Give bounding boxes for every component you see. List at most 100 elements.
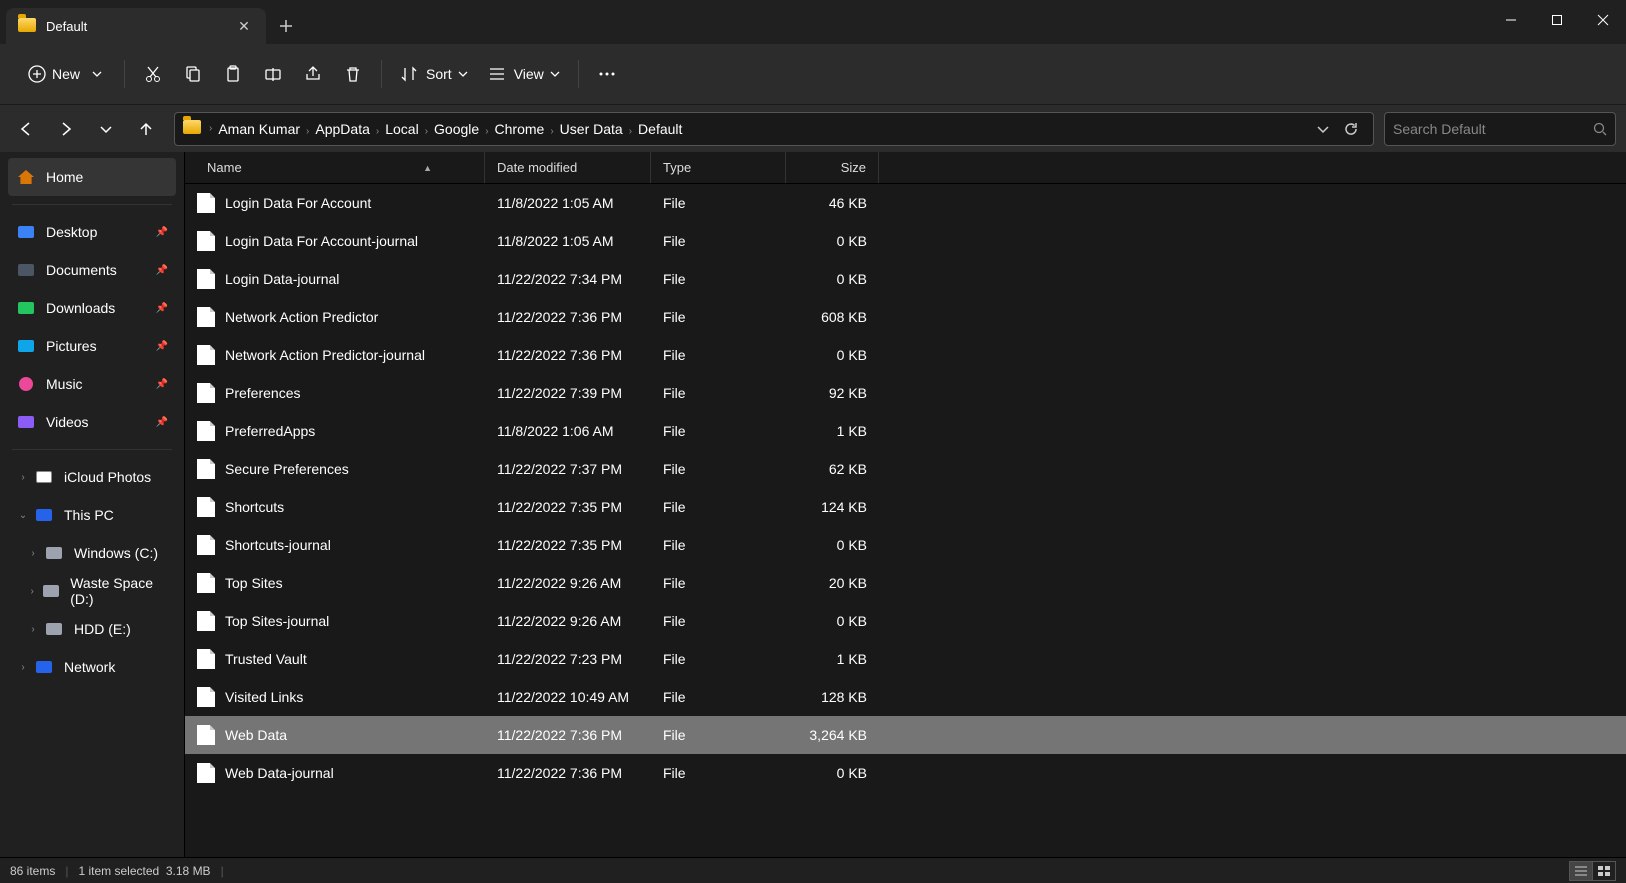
file-row[interactable]: Web Data-journal 11/22/2022 7:36 PM File… <box>185 754 1626 792</box>
sidebar-item[interactable]: Pictures📌 <box>8 327 176 365</box>
breadcrumb-segment[interactable]: Aman Kumar <box>214 121 304 137</box>
minimize-button[interactable] <box>1488 4 1534 36</box>
file-row[interactable]: Web Data 11/22/2022 7:36 PM File 3,264 K… <box>185 716 1626 754</box>
file-row[interactable]: Login Data For Account 11/8/2022 1:05 AM… <box>185 184 1626 222</box>
file-row[interactable]: Login Data For Account-journal 11/8/2022… <box>185 222 1626 260</box>
share-button[interactable] <box>293 54 333 94</box>
file-row[interactable]: Preferences 11/22/2022 7:39 PM File 92 K… <box>185 374 1626 412</box>
thumbnails-view-button[interactable] <box>1592 861 1616 881</box>
sidebar-item-drive[interactable]: ›Windows (C:) <box>8 534 176 572</box>
chevron-right-icon[interactable]: › <box>26 548 40 559</box>
back-button[interactable] <box>8 111 44 147</box>
navigation-bar: › Aman Kumar›AppData›Local›Google›Chrome… <box>0 104 1626 152</box>
file-size: 1 KB <box>786 423 879 439</box>
search-box[interactable] <box>1384 112 1616 146</box>
sidebar-item[interactable]: ⌄This PC <box>8 496 176 534</box>
file-row[interactable]: Top Sites-journal 11/22/2022 9:26 AM Fil… <box>185 602 1626 640</box>
breadcrumb-segment[interactable]: User Data <box>556 121 627 137</box>
folder-icon <box>16 374 36 394</box>
view-button[interactable]: View <box>478 54 570 94</box>
expand-toggle-icon[interactable]: › <box>16 472 30 483</box>
file-row[interactable]: Trusted Vault 11/22/2022 7:23 PM File 1 … <box>185 640 1626 678</box>
breadcrumb-segment[interactable]: Google <box>430 121 483 137</box>
file-icon <box>197 573 215 593</box>
file-name: Secure Preferences <box>225 461 349 477</box>
sidebar-item-drive[interactable]: ›HDD (E:) <box>8 610 176 648</box>
file-row[interactable]: Shortcuts 11/22/2022 7:35 PM File 124 KB <box>185 488 1626 526</box>
file-name: Login Data For Account <box>225 195 371 211</box>
file-rows[interactable]: Login Data For Account 11/8/2022 1:05 AM… <box>185 184 1626 857</box>
sidebar-item-network[interactable]: › Network <box>8 648 176 686</box>
refresh-button[interactable] <box>1337 115 1365 143</box>
sidebar-item[interactable]: Music📌 <box>8 365 176 403</box>
chevron-right-icon[interactable]: › <box>16 662 30 673</box>
file-row[interactable]: PreferredApps 11/8/2022 1:06 AM File 1 K… <box>185 412 1626 450</box>
file-size: 0 KB <box>786 613 879 629</box>
up-button[interactable] <box>128 111 164 147</box>
address-bar[interactable]: › Aman Kumar›AppData›Local›Google›Chrome… <box>174 112 1374 146</box>
chevron-right-icon[interactable]: › <box>26 624 40 635</box>
column-header-size[interactable]: Size <box>786 152 879 183</box>
file-row[interactable]: Top Sites 11/22/2022 9:26 AM File 20 KB <box>185 564 1626 602</box>
paste-button[interactable] <box>213 54 253 94</box>
column-header-date[interactable]: Date modified <box>485 152 651 183</box>
chevron-right-icon[interactable]: › <box>26 586 38 597</box>
breadcrumb-segment[interactable]: Local <box>381 121 422 137</box>
breadcrumb-segment[interactable]: Chrome <box>491 121 549 137</box>
file-row[interactable]: Secure Preferences 11/22/2022 7:37 PM Fi… <box>185 450 1626 488</box>
delete-button[interactable] <box>333 54 373 94</box>
home-icon <box>16 167 36 187</box>
file-row[interactable]: Login Data-journal 11/22/2022 7:34 PM Fi… <box>185 260 1626 298</box>
sidebar-item[interactable]: ›iCloud Photos <box>8 458 176 496</box>
new-tab-button[interactable] <box>266 4 306 48</box>
new-button[interactable]: New <box>14 54 116 94</box>
rename-button[interactable] <box>253 54 293 94</box>
file-row[interactable]: Shortcuts-journal 11/22/2022 7:35 PM Fil… <box>185 526 1626 564</box>
breadcrumb-segment[interactable]: Default <box>634 121 686 137</box>
sort-button[interactable]: Sort <box>390 54 478 94</box>
close-tab-button[interactable]: ✕ <box>234 18 254 35</box>
details-view-button[interactable] <box>1569 861 1593 881</box>
file-row[interactable]: Visited Links 11/22/2022 10:49 AM File 1… <box>185 678 1626 716</box>
group-icon <box>34 505 54 525</box>
sort-indicator-up-icon: ▲ <box>423 163 432 173</box>
sidebar-item-drive[interactable]: ›Waste Space (D:) <box>8 572 176 610</box>
sidebar-item[interactable]: Desktop📌 <box>8 213 176 251</box>
drive-icon <box>44 619 64 639</box>
file-date: 11/8/2022 1:06 AM <box>485 423 651 439</box>
file-row[interactable]: Network Action Predictor-journal 11/22/2… <box>185 336 1626 374</box>
file-row[interactable]: Network Action Predictor 11/22/2022 7:36… <box>185 298 1626 336</box>
sidebar-item[interactable]: Documents📌 <box>8 251 176 289</box>
navigation-pane[interactable]: Home Desktop📌Documents📌Downloads📌Picture… <box>0 152 184 857</box>
recent-locations-button[interactable] <box>88 111 124 147</box>
sidebar-item[interactable]: Videos📌 <box>8 403 176 441</box>
sidebar-item-label: Videos <box>46 414 89 430</box>
file-date: 11/22/2022 7:36 PM <box>485 765 651 781</box>
maximize-button[interactable] <box>1534 4 1580 36</box>
breadcrumb-segment[interactable]: AppData <box>311 121 373 137</box>
column-header-name[interactable]: Name ▲ <box>185 152 485 183</box>
search-input[interactable] <box>1393 121 1593 137</box>
pin-icon: 📌 <box>156 265 168 276</box>
search-icon <box>1593 122 1607 136</box>
file-date: 11/22/2022 7:34 PM <box>485 271 651 287</box>
address-dropdown-button[interactable] <box>1309 115 1337 143</box>
column-header-type[interactable]: Type <box>651 152 786 183</box>
close-window-button[interactable] <box>1580 4 1626 36</box>
file-name: Shortcuts <box>225 499 284 515</box>
chevron-right-icon: › <box>207 123 214 134</box>
forward-button[interactable] <box>48 111 84 147</box>
file-size: 0 KB <box>786 347 879 363</box>
file-size: 608 KB <box>786 309 879 325</box>
sidebar-item-home[interactable]: Home <box>8 158 176 196</box>
copy-button[interactable] <box>173 54 213 94</box>
sidebar-item[interactable]: Downloads📌 <box>8 289 176 327</box>
expand-toggle-icon[interactable]: ⌄ <box>16 510 30 521</box>
pin-icon: 📌 <box>156 303 168 314</box>
file-type: File <box>651 195 786 211</box>
cut-button[interactable] <box>133 54 173 94</box>
tab[interactable]: Default ✕ <box>6 8 266 44</box>
status-item-count: 86 items <box>10 864 55 878</box>
file-name: Login Data For Account-journal <box>225 233 418 249</box>
more-button[interactable] <box>587 54 627 94</box>
